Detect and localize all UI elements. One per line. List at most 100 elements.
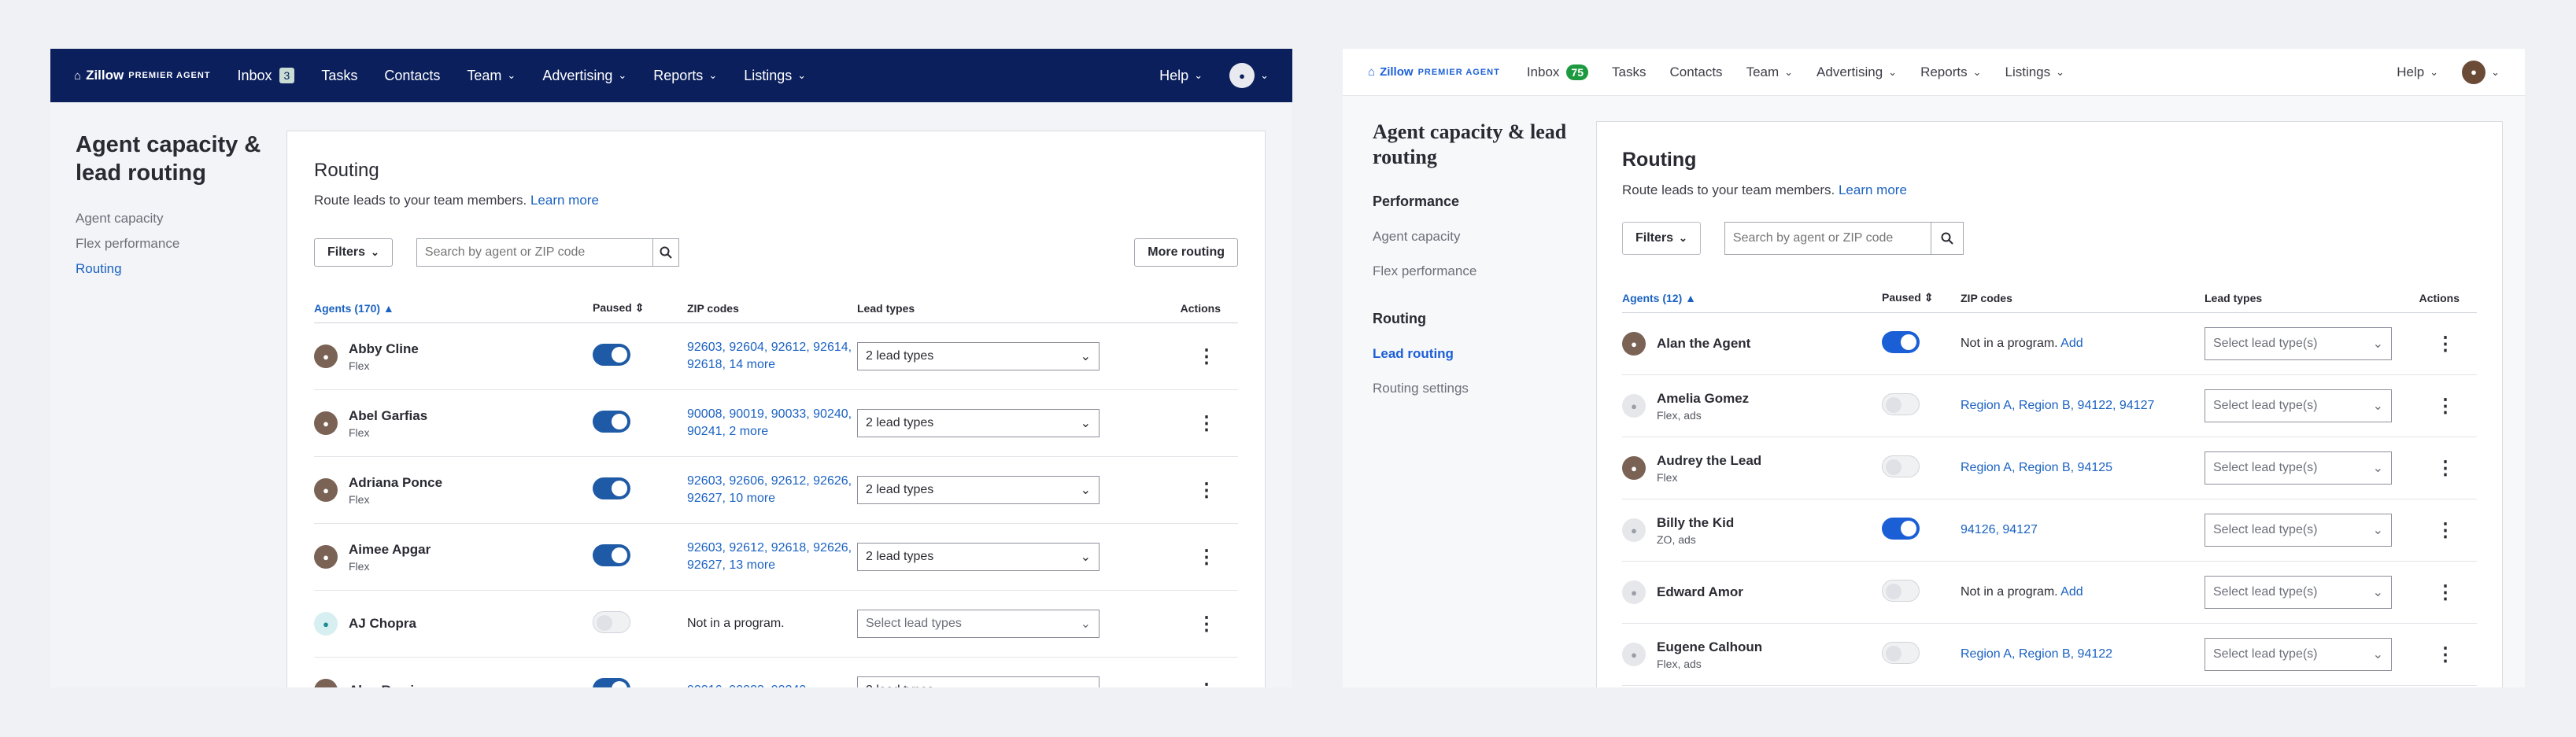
zillow-logo[interactable]: ⌂ Zillow PREMIER AGENT (74, 68, 211, 83)
nav-tasks[interactable]: Tasks (321, 68, 357, 84)
agent-cell[interactable]: ● Alan the Agent (1622, 332, 1882, 356)
nav-advertising[interactable]: Advertising ⌄ (542, 68, 626, 84)
zip-codes[interactable]: 94126, 94127 (1961, 521, 2205, 539)
search-button[interactable] (1930, 222, 1964, 255)
lead-types-select[interactable]: 2 lead types⌄ (857, 543, 1100, 571)
more-actions-icon[interactable]: ⋮ (1197, 680, 1216, 688)
more-actions-icon[interactable]: ⋮ (1197, 547, 1216, 568)
zillow-logo[interactable]: ⌂ Zillow PREMIER AGENT (1368, 65, 1500, 79)
nav-tasks[interactable]: Tasks (1612, 64, 1646, 80)
agent-cell[interactable]: ● AJ Chopra (314, 612, 593, 636)
lead-types-select[interactable]: 2 lead types⌄ (857, 676, 1100, 687)
paused-toggle[interactable] (1882, 641, 1920, 664)
zip-codes[interactable]: 92603, 92612, 92618, 92626, 92627, 13 mo… (687, 540, 857, 574)
agent-cell[interactable]: ● Audrey the Lead Flex (1622, 453, 1882, 484)
nav-help[interactable]: Help ⌄ (2397, 64, 2438, 80)
more-actions-icon[interactable]: ⋮ (2436, 458, 2455, 479)
paused-toggle[interactable] (593, 343, 630, 366)
nav-reports[interactable]: Reports ⌄ (1920, 64, 1981, 80)
sidebar-item-lead-routing[interactable]: Lead routing (1373, 346, 1569, 362)
sidebar-item-routing[interactable]: Routing (76, 261, 264, 277)
more-actions-icon[interactable]: ⋮ (2436, 644, 2455, 665)
user-menu[interactable]: ● ⌄ (1229, 63, 1269, 88)
lead-types-select[interactable]: Select lead type(s) ⌄ (2205, 576, 2392, 609)
nav-contacts[interactable]: Contacts (1669, 64, 1722, 80)
agent-cell[interactable]: ● Aimee Apgar Flex (314, 542, 593, 573)
more-actions-icon[interactable]: ⋮ (2436, 582, 2455, 603)
more-actions-icon[interactable]: ⋮ (1197, 480, 1216, 501)
more-actions-icon[interactable]: ⋮ (1197, 413, 1216, 434)
user-menu[interactable]: ● ⌄ (2462, 60, 2500, 84)
more-actions-icon[interactable]: ⋮ (1197, 614, 1216, 635)
lead-types-select[interactable]: Select lead type(s) ⌄ (2205, 327, 2392, 360)
lead-types-select[interactable]: Select lead type(s) ⌄ (2205, 451, 2392, 485)
sidebar-item-routing-settings[interactable]: Routing settings (1373, 381, 1569, 396)
nav-team[interactable]: Team ⌄ (1746, 64, 1793, 80)
sidebar-item-flex-performance[interactable]: Flex performance (1373, 263, 1569, 279)
agent-cell[interactable]: ● Abel Garfias Flex (314, 408, 593, 439)
zip-codes[interactable]: 90008, 90019, 90033, 90240, 90241, 2 mor… (687, 406, 857, 440)
filters-button[interactable]: Filters ⌄ (1622, 222, 1701, 255)
paused-toggle[interactable] (1882, 579, 1920, 602)
add-program-link[interactable]: Add (2060, 337, 2083, 350)
zip-codes[interactable]: Region A, Region B, 94125 (1961, 459, 2205, 477)
zip-codes[interactable]: 92603, 92604, 92612, 92614, 92618, 14 mo… (687, 339, 857, 374)
lead-types-select[interactable]: 2 lead types⌄ (857, 409, 1100, 437)
learn-more-link[interactable]: Learn more (1839, 182, 1907, 197)
agent-cell[interactable]: ● Billy the Kid ZO, ads (1622, 515, 1882, 546)
paused-toggle[interactable] (593, 477, 630, 499)
col-agents[interactable]: Agents (170) ▲ (314, 301, 593, 323)
more-actions-icon[interactable]: ⋮ (2436, 333, 2455, 355)
search-button[interactable] (652, 238, 679, 267)
sidebar-item-agent-capacity[interactable]: Agent capacity (1373, 229, 1569, 245)
more-routing-button[interactable]: More routing (1134, 238, 1238, 267)
paused-toggle[interactable] (593, 610, 630, 633)
lead-types-select[interactable]: 2 lead types⌄ (857, 476, 1100, 504)
paused-toggle[interactable] (1882, 330, 1920, 353)
paused-toggle[interactable] (593, 677, 630, 687)
lead-types-select[interactable]: Select lead type(s) ⌄ (2205, 638, 2392, 671)
more-actions-icon[interactable]: ⋮ (2436, 520, 2455, 541)
lead-types-select[interactable]: Select lead type(s) ⌄ (2205, 514, 2392, 547)
sidebar-item-agent-capacity[interactable]: Agent capacity (76, 211, 264, 227)
zip-codes[interactable]: Region A, Region B, 94122 (1961, 646, 2205, 663)
agent-cell[interactable]: ● Edward Amor (1622, 580, 1882, 604)
learn-more-link[interactable]: Learn more (530, 193, 599, 208)
agent-cell[interactable]: ● Abby Cline Flex (314, 341, 593, 372)
nav-team[interactable]: Team ⌄ (467, 68, 516, 84)
nav-listings[interactable]: Listings ⌄ (2005, 64, 2065, 80)
paused-toggle[interactable] (1882, 392, 1920, 415)
zip-codes[interactable]: 90016, 90023, 90240 (687, 682, 857, 687)
search-input[interactable] (1724, 222, 1931, 255)
more-actions-icon[interactable]: ⋮ (1197, 346, 1216, 367)
lead-types-select[interactable]: Select lead type(s) ⌄ (2205, 389, 2392, 422)
nav-inbox[interactable]: Inbox 3 (238, 68, 295, 84)
agent-cell[interactable]: ● Alan Ramirez (314, 679, 593, 687)
col-paused[interactable]: Paused ⇕ (593, 301, 687, 323)
agent-cell[interactable]: ● Eugene Calhoun Flex, ads (1622, 639, 1882, 670)
agent-name: Billy the Kid (1657, 514, 1735, 530)
paused-toggle[interactable] (1882, 517, 1920, 540)
nav-listings[interactable]: Listings ⌄ (744, 68, 806, 84)
more-actions-icon[interactable]: ⋮ (2436, 396, 2455, 417)
filters-button[interactable]: Filters ⌄ (314, 238, 393, 267)
lead-types-select[interactable]: 2 lead types⌄ (857, 342, 1100, 370)
col-paused[interactable]: Paused ⇕ (1882, 291, 1961, 313)
nav-advertising[interactable]: Advertising ⌄ (1817, 64, 1897, 80)
sidebar-item-flex-performance[interactable]: Flex performance (76, 236, 264, 252)
paused-toggle[interactable] (593, 410, 630, 433)
paused-toggle[interactable] (593, 544, 630, 566)
lead-types-select[interactable]: Select lead types ⌄ (857, 610, 1100, 638)
zip-codes[interactable]: 92603, 92606, 92612, 92626, 92627, 10 mo… (687, 473, 857, 507)
col-agents[interactable]: Agents (12) ▲ (1622, 291, 1882, 313)
nav-inbox[interactable]: Inbox 75 (1527, 64, 1588, 80)
nav-help[interactable]: Help ⌄ (1159, 68, 1203, 84)
search-input[interactable] (416, 238, 652, 267)
zip-codes[interactable]: Region A, Region B, 94122, 94127 (1961, 397, 2205, 415)
nav-contacts[interactable]: Contacts (384, 68, 440, 84)
paused-toggle[interactable] (1882, 455, 1920, 477)
agent-cell[interactable]: ● Adriana Ponce Flex (314, 475, 593, 506)
agent-cell[interactable]: ● Amelia Gomez Flex, ads (1622, 391, 1882, 422)
nav-reports[interactable]: Reports ⌄ (653, 68, 717, 84)
add-program-link[interactable]: Add (2060, 585, 2083, 599)
